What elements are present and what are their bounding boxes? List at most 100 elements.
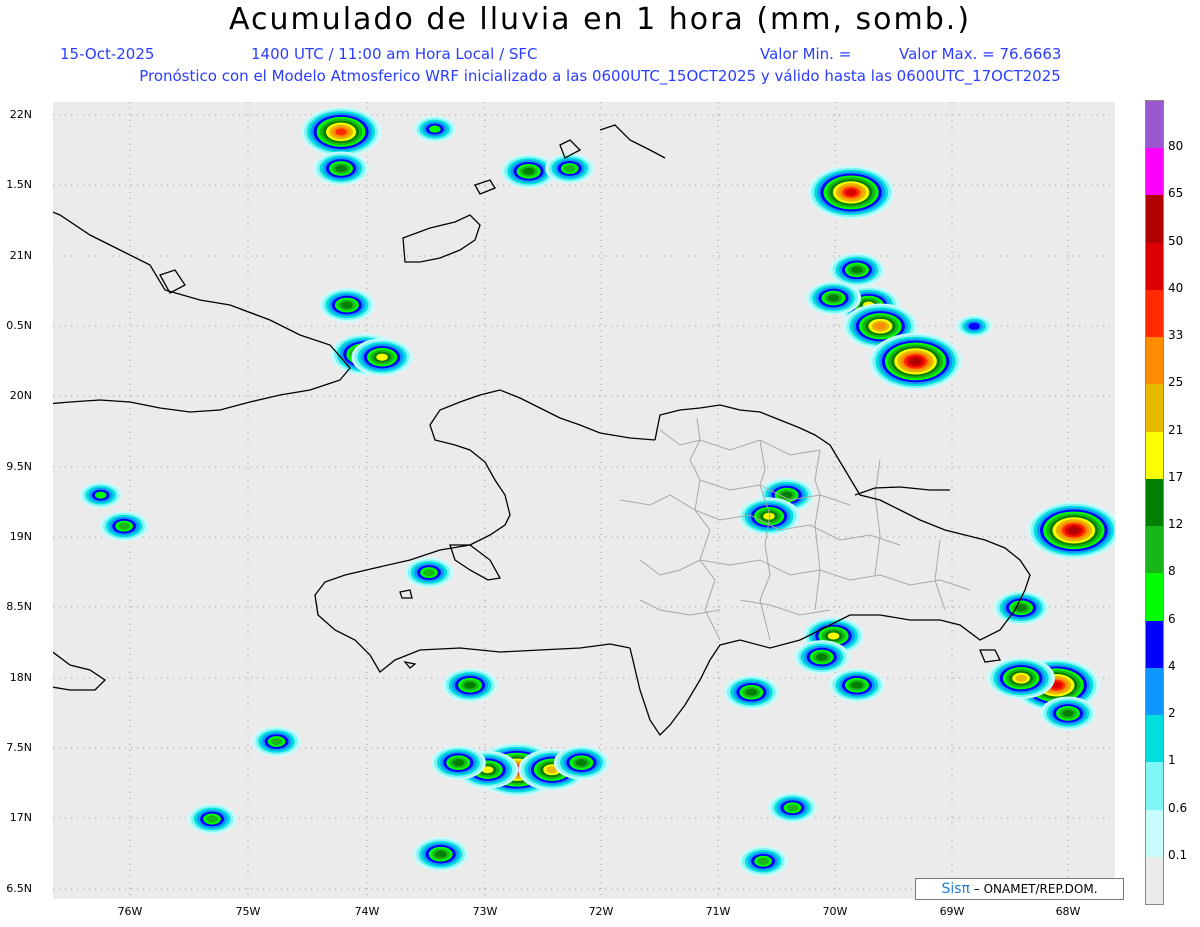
rain-cell xyxy=(404,557,454,588)
rain-cell xyxy=(252,726,302,757)
colorbar-segment xyxy=(1146,478,1163,527)
rain-cell xyxy=(829,668,885,703)
map-svg xyxy=(53,102,1115,899)
colorbar-label: 50 xyxy=(1168,233,1184,248)
rain-cell xyxy=(805,281,862,315)
colorbar-segment xyxy=(1146,715,1163,763)
lat-label: 7.5N xyxy=(6,741,32,754)
colorbar-segment xyxy=(1146,809,1163,858)
rain-contour xyxy=(563,164,576,173)
rain-cell xyxy=(956,315,993,338)
sispi-logo: Sisπ xyxy=(941,881,970,897)
colorbar-segment xyxy=(1146,667,1163,716)
colorbar-segment xyxy=(1146,762,1163,811)
colorbar-label: 2 xyxy=(1168,706,1176,721)
colorbar-segment xyxy=(1146,431,1163,480)
rain-contour xyxy=(270,738,283,746)
rain-cell xyxy=(1040,696,1096,731)
rain-contour xyxy=(341,301,353,309)
lat-label: 18N xyxy=(9,671,32,684)
lat-label: 1.5N xyxy=(6,178,32,191)
lat-label: 21N xyxy=(9,249,32,262)
colorbar-segment xyxy=(1146,148,1163,196)
rain-contour xyxy=(522,167,535,175)
colorbar-segment xyxy=(1146,289,1163,338)
lon-label: 76W xyxy=(117,905,143,918)
colorbar-segment xyxy=(1146,101,1163,149)
rain-contour xyxy=(464,681,476,689)
rain-cell xyxy=(1027,501,1115,559)
rain-contour xyxy=(335,128,347,136)
credit-box: Sisπ – ONAMET/REP.DOM. xyxy=(915,878,1124,900)
rain-contour xyxy=(1068,526,1080,534)
colorbar-label: 8 xyxy=(1168,564,1176,579)
rain-contour xyxy=(816,653,828,661)
rain-contour xyxy=(118,522,130,530)
credit-text: – ONAMET/REP.DOM. xyxy=(973,882,1098,896)
rain-cell xyxy=(553,745,609,780)
colorbar-label: 6 xyxy=(1168,611,1176,626)
rain-contour xyxy=(780,491,793,499)
lon-label: 68W xyxy=(1055,905,1081,918)
rain-cell xyxy=(351,338,413,377)
rain-cell xyxy=(413,837,469,872)
rain-contour xyxy=(909,357,922,365)
rain-contour xyxy=(845,188,857,196)
rain-contour xyxy=(827,632,840,640)
lat-label: 8.5N xyxy=(6,600,32,613)
colorbar-segment xyxy=(1146,242,1163,291)
rain-cell xyxy=(313,151,369,186)
lon-label: 75W xyxy=(235,905,261,918)
colorbar-label: 65 xyxy=(1168,186,1184,201)
rain-contour xyxy=(423,569,435,577)
lat-label: 6.5N xyxy=(6,882,32,895)
colorbar-segment xyxy=(1146,856,1163,905)
rain-contour xyxy=(874,322,887,330)
colorbar-segment xyxy=(1146,337,1163,385)
rain-cell xyxy=(79,482,123,509)
rain-cell xyxy=(319,288,375,323)
rain-cell xyxy=(987,657,1055,699)
lat-label: 22N xyxy=(9,108,32,121)
rain-contour xyxy=(1062,709,1074,717)
lat-label: 9.5N xyxy=(6,460,32,473)
rain-cell xyxy=(738,497,800,536)
rain-contour xyxy=(94,491,107,499)
lon-label: 71W xyxy=(705,905,731,918)
colorbar-segment xyxy=(1146,620,1163,669)
rain-contour xyxy=(575,759,588,767)
lat-label: 17N xyxy=(9,811,32,824)
rain-contour xyxy=(434,850,447,858)
rain-cell xyxy=(187,803,237,835)
rain-cell xyxy=(301,107,382,157)
rain-cell xyxy=(794,640,850,675)
rain-contour xyxy=(851,266,863,274)
lat-label: 19N xyxy=(9,530,32,543)
rain-contour xyxy=(452,759,465,767)
rain-cell xyxy=(869,332,962,390)
rain-contour xyxy=(376,353,388,361)
rain-contour xyxy=(429,125,441,133)
rain-cell xyxy=(723,675,779,710)
rain-cell xyxy=(413,115,457,143)
colorbar-segment xyxy=(1146,195,1163,244)
colorbar-label: 40 xyxy=(1168,280,1184,295)
rain-contour xyxy=(1015,674,1027,682)
colorbar xyxy=(1145,100,1164,905)
rain-contour xyxy=(968,322,980,330)
colorbar-label: 12 xyxy=(1168,517,1184,532)
rain-cell xyxy=(768,792,817,823)
lat-label: 0.5N xyxy=(6,319,32,332)
lon-label: 73W xyxy=(472,905,498,918)
colorbar-label: 80 xyxy=(1168,139,1184,154)
colorbar-label: 1 xyxy=(1168,753,1176,768)
colorbar-label: 21 xyxy=(1168,422,1184,437)
colorbar-segment xyxy=(1146,384,1163,433)
rain-contour xyxy=(335,164,347,173)
lon-label: 69W xyxy=(939,905,965,918)
colorbar-label: 0.6 xyxy=(1168,800,1188,815)
rain-cell xyxy=(807,165,895,219)
rain-cell xyxy=(993,590,1049,625)
colorbar-segment xyxy=(1146,573,1163,622)
colorbar-label: 33 xyxy=(1168,328,1184,343)
